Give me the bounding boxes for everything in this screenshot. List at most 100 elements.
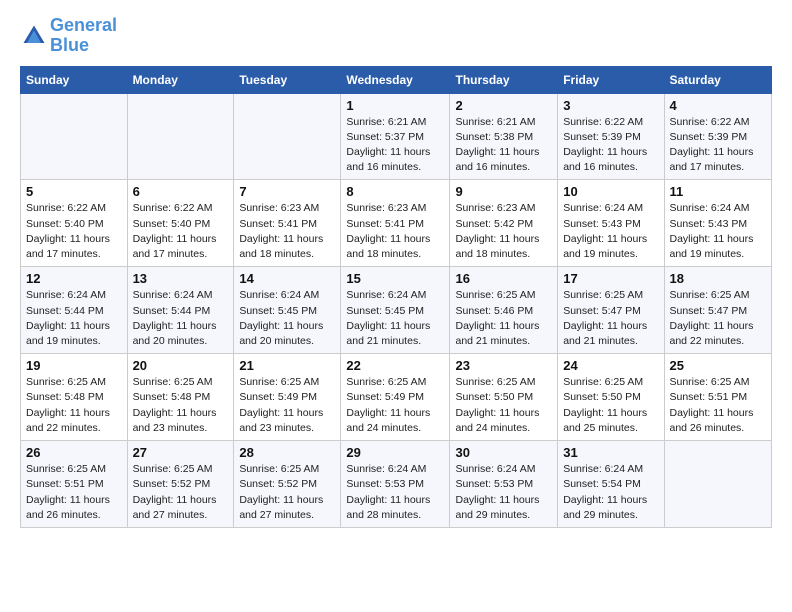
day-info: Sunrise: 6:25 AMSunset: 5:50 PMDaylight:… <box>455 375 552 436</box>
day-info: Sunrise: 6:22 AM Sunset: 5:39 PM Daylight:… <box>670 115 767 176</box>
day-number: 30 <box>455 445 552 460</box>
daylight-text: Daylight: 11 hours and 17 minutes. <box>133 233 217 260</box>
daylight-text: Daylight: 11 hours and 23 minutes. <box>133 407 217 434</box>
day-number: 9 <box>455 184 552 199</box>
daylight-text: Daylight: 11 hours and 26 minutes. <box>670 407 754 434</box>
logo-icon <box>20 22 48 50</box>
sunrise-text: Sunrise: 6:25 AM <box>455 289 535 301</box>
sunrise-text: Sunrise: 6:24 AM <box>455 463 535 475</box>
day-info: Sunrise: 6:25 AMSunset: 5:49 PMDaylight:… <box>239 375 335 436</box>
weekday-header: Friday <box>558 66 664 93</box>
sunrise-text: Sunrise: 6:22 AM <box>26 202 106 214</box>
calendar-day-cell: 10Sunrise: 6:24 AMSunset: 5:43 PMDayligh… <box>558 180 664 267</box>
sunset-text: Sunset: 5:45 PM <box>239 305 317 317</box>
day-info: Sunrise: 6:25 AM Sunset: 5:48 PM Daylight:… <box>133 375 229 436</box>
sunset-text: Sunset: 5:47 PM <box>670 305 748 317</box>
daylight-text: Daylight: 11 hours and 24 minutes. <box>346 407 430 434</box>
calendar-day-cell: 19Sunrise: 6:25 AMSunset: 5:48 PMDayligh… <box>21 354 128 441</box>
day-info: Sunrise: 6:25 AMSunset: 5:46 PMDaylight:… <box>455 288 552 349</box>
sunset-text: Sunset: 5:40 PM <box>26 218 104 230</box>
calendar-day-cell: 3 Sunrise: 6:22 AM Sunset: 5:39 PM Daylight… <box>558 93 664 180</box>
day-number: 13 <box>133 271 229 286</box>
logo-text: General Blue <box>50 16 117 56</box>
sunset-text: Sunset: 5:44 PM <box>26 305 104 317</box>
day-number: 1 <box>346 98 444 113</box>
sunrise-text: Sunrise: 6:25 AM <box>26 376 106 388</box>
sunrise-text: Sunrise: 6:22 AM <box>670 116 750 128</box>
day-info: Sunrise: 6:24 AMSunset: 5:53 PMDaylight:… <box>346 462 444 523</box>
sunrise-text: Sunrise: 6:23 AM <box>239 202 319 214</box>
daylight-text: Daylight: 11 hours and 16 minutes. <box>346 146 430 173</box>
daylight-text: Daylight: 11 hours and 21 minutes. <box>563 320 647 347</box>
calendar-week-row: 5 Sunrise: 6:22 AM Sunset: 5:40 PM Daylight… <box>21 180 772 267</box>
day-number: 2 <box>455 98 552 113</box>
day-number: 5 <box>26 184 122 199</box>
day-number: 21 <box>239 358 335 373</box>
calendar-day-cell: 15Sunrise: 6:24 AMSunset: 5:45 PMDayligh… <box>341 267 450 354</box>
day-info: Sunrise: 6:25 AMSunset: 5:50 PMDaylight:… <box>563 375 658 436</box>
calendar-day-cell: 8Sunrise: 6:23 AMSunset: 5:41 PMDaylight… <box>341 180 450 267</box>
sunset-text: Sunset: 5:45 PM <box>346 305 424 317</box>
daylight-text: Daylight: 11 hours and 28 minutes. <box>346 494 430 521</box>
sunset-text: Sunset: 5:51 PM <box>26 478 104 490</box>
daylight-text: Daylight: 11 hours and 27 minutes. <box>133 494 217 521</box>
sunset-text: Sunset: 5:39 PM <box>670 131 748 143</box>
sunset-text: Sunset: 5:48 PM <box>26 391 104 403</box>
daylight-text: Daylight: 11 hours and 23 minutes. <box>239 407 323 434</box>
sunrise-text: Sunrise: 6:25 AM <box>239 376 319 388</box>
calendar-day-cell: 5Sunrise: 6:22 AMSunset: 5:40 PMDaylight… <box>21 180 128 267</box>
day-number: 12 <box>26 271 122 286</box>
day-info: Sunrise: 6:25 AMSunset: 5:52 PMDaylight:… <box>239 462 335 523</box>
calendar-empty-cell <box>127 93 234 180</box>
sunrise-text: Sunrise: 6:25 AM <box>133 376 213 388</box>
calendar-day-cell: 24Sunrise: 6:25 AMSunset: 5:50 PMDayligh… <box>558 354 664 441</box>
day-number: 6 <box>133 184 229 199</box>
day-number: 22 <box>346 358 444 373</box>
day-number: 14 <box>239 271 335 286</box>
day-number: 25 <box>670 358 767 373</box>
calendar-day-cell: 13Sunrise: 6:24 AMSunset: 5:44 PMDayligh… <box>127 267 234 354</box>
logo: General Blue <box>20 16 117 56</box>
calendar-day-cell: 18Sunrise: 6:25 AMSunset: 5:47 PMDayligh… <box>664 267 772 354</box>
sunrise-text: Sunrise: 6:24 AM <box>563 463 643 475</box>
calendar-day-cell: 16Sunrise: 6:25 AMSunset: 5:46 PMDayligh… <box>450 267 558 354</box>
sunset-text: Sunset: 5:53 PM <box>346 478 424 490</box>
sunrise-text: Sunrise: 6:23 AM <box>455 202 535 214</box>
daylight-text: Daylight: 11 hours and 21 minutes. <box>455 320 539 347</box>
sunrise-text: Sunrise: 6:24 AM <box>670 202 750 214</box>
sunrise-text: Sunrise: 6:25 AM <box>239 463 319 475</box>
sunrise-text: Sunrise: 6:23 AM <box>346 202 426 214</box>
day-info: Sunrise: 6:25 AMSunset: 5:47 PMDaylight:… <box>670 288 767 349</box>
day-info: Sunrise: 6:25 AMSunset: 5:48 PMDaylight:… <box>26 375 122 436</box>
sunrise-text: Sunrise: 6:24 AM <box>239 289 319 301</box>
day-number: 3 <box>563 98 658 113</box>
daylight-text: Daylight: 11 hours and 17 minutes. <box>670 146 754 173</box>
day-info: Sunrise: 6:24 AMSunset: 5:44 PMDaylight:… <box>26 288 122 349</box>
calendar-table: SundayMondayTuesdayWednesdayThursdayFrid… <box>20 66 772 528</box>
daylight-text: Daylight: 11 hours and 20 minutes. <box>133 320 217 347</box>
sunrise-text: Sunrise: 6:25 AM <box>346 376 426 388</box>
sunset-text: Sunset: 5:47 PM <box>563 305 641 317</box>
weekday-header: Tuesday <box>234 66 341 93</box>
day-info: Sunrise: 6:23 AMSunset: 5:42 PMDaylight:… <box>455 201 552 262</box>
calendar-day-cell: 17Sunrise: 6:25 AMSunset: 5:47 PMDayligh… <box>558 267 664 354</box>
daylight-text: Daylight: 11 hours and 18 minutes. <box>455 233 539 260</box>
day-info: Sunrise: 6:24 AMSunset: 5:54 PMDaylight:… <box>563 462 658 523</box>
sunset-text: Sunset: 5:54 PM <box>563 478 641 490</box>
sunset-text: Sunset: 5:48 PM <box>133 391 211 403</box>
sunrise-text: Sunrise: 6:22 AM <box>563 116 643 128</box>
daylight-text: Daylight: 11 hours and 22 minutes. <box>670 320 754 347</box>
sunset-text: Sunset: 5:52 PM <box>133 478 211 490</box>
sunrise-text: Sunrise: 6:21 AM <box>346 116 426 128</box>
day-info: Sunrise: 6:25 AMSunset: 5:51 PMDaylight:… <box>26 462 122 523</box>
sunset-text: Sunset: 5:39 PM <box>563 131 641 143</box>
daylight-text: Daylight: 11 hours and 19 minutes. <box>26 320 110 347</box>
sunset-text: Sunset: 5:44 PM <box>133 305 211 317</box>
sunrise-text: Sunrise: 6:22 AM <box>133 202 213 214</box>
calendar-day-cell: 23Sunrise: 6:25 AMSunset: 5:50 PMDayligh… <box>450 354 558 441</box>
sunset-text: Sunset: 5:37 PM <box>346 131 424 143</box>
daylight-text: Daylight: 11 hours and 19 minutes. <box>670 233 754 260</box>
day-info: Sunrise: 6:23 AMSunset: 5:41 PMDaylight:… <box>239 201 335 262</box>
sunrise-text: Sunrise: 6:24 AM <box>346 289 426 301</box>
daylight-text: Daylight: 11 hours and 16 minutes. <box>563 146 647 173</box>
